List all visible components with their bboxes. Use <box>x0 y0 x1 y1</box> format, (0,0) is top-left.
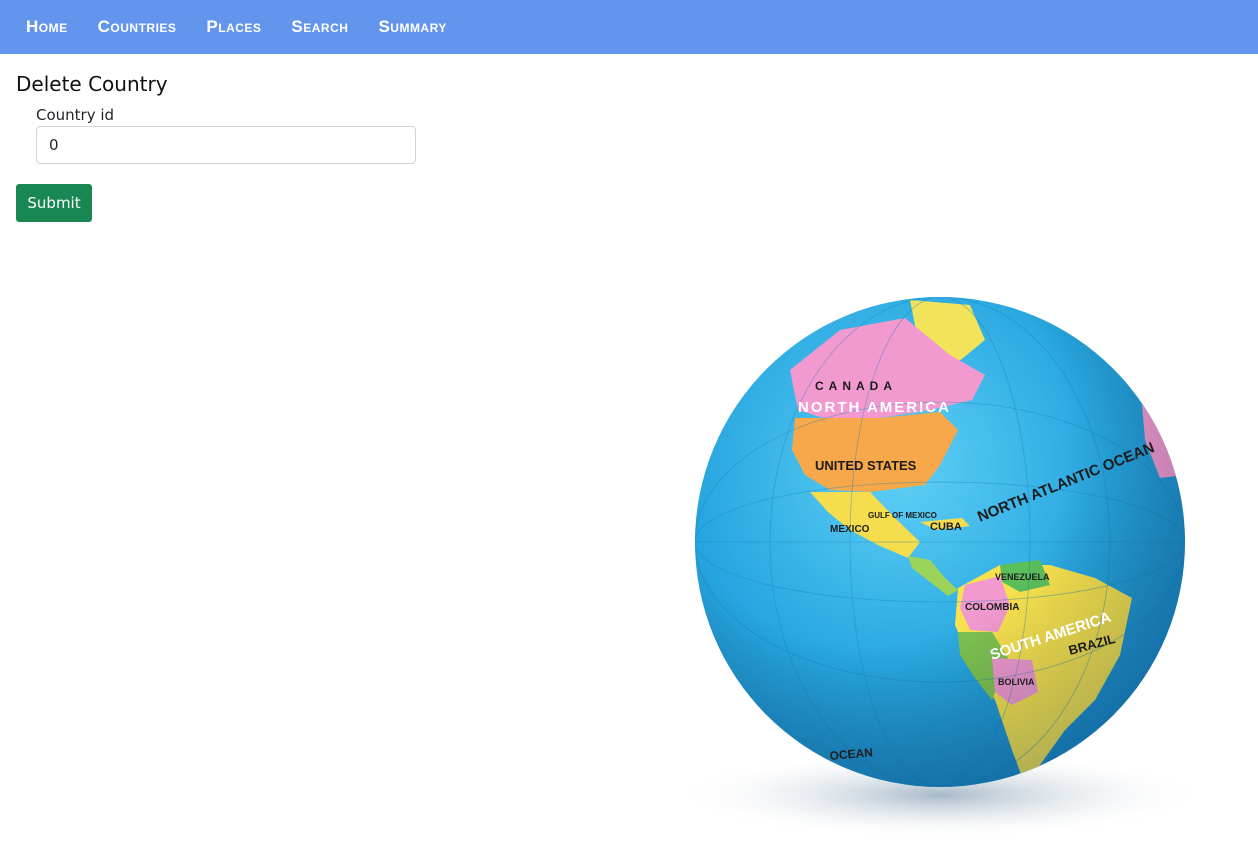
country-id-input[interactable] <box>36 126 416 164</box>
globe-label-cuba: CUBA <box>930 521 962 533</box>
page-title: Delete Country <box>16 72 168 96</box>
globe-image: CANADA NORTH AMERICA UNITED STATES MEXIC… <box>640 260 1240 850</box>
submit-button[interactable]: Submit <box>16 184 92 222</box>
globe-label-colombia: COLOMBIA <box>965 602 1019 613</box>
nav-search-link[interactable]: Search <box>291 17 348 37</box>
top-navbar: Home Countries Places Search Summary <box>0 0 1258 54</box>
globe-label-mexico: MEXICO <box>830 524 870 535</box>
nav-places-link[interactable]: Places <box>206 17 261 37</box>
country-id-label: Country id <box>36 106 115 124</box>
globe-label-canada: CANADA <box>815 379 897 393</box>
globe-label-bolivia: BOLIVIA <box>998 677 1035 687</box>
nav-countries-link[interactable]: Countries <box>98 17 177 37</box>
nav-summary-link[interactable]: Summary <box>378 17 446 37</box>
globe-label-venezuela: VENEZUELA <box>995 572 1050 582</box>
globe-label-united-states: UNITED STATES <box>815 458 917 473</box>
globe-label-gulf-of-mexico: GULF OF MEXICO <box>868 511 937 520</box>
nav-home-link[interactable]: Home <box>26 17 68 37</box>
globe-label-north-america: NORTH AMERICA <box>798 399 951 416</box>
globe-svg: CANADA NORTH AMERICA UNITED STATES MEXIC… <box>670 297 1210 840</box>
